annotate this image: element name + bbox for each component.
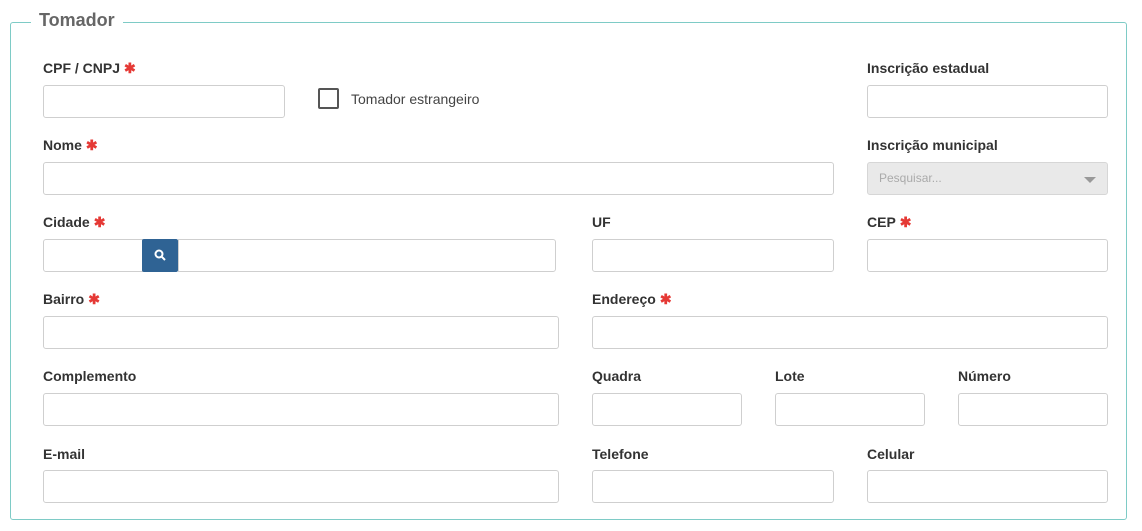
search-icon — [154, 249, 166, 261]
tomador-estrangeiro-label[interactable]: Tomador estrangeiro — [351, 91, 479, 107]
endereco-label: Endereço ✱ — [592, 291, 672, 308]
inscricao-municipal-label: Inscrição municipal — [867, 137, 998, 153]
required-icon: ✱ — [124, 60, 136, 76]
numero-label: Número — [958, 368, 1011, 384]
inscricao-municipal-placeholder: Pesquisar... — [879, 171, 942, 185]
cidade-label-text: Cidade — [43, 214, 90, 230]
nome-label-text: Nome — [43, 137, 82, 153]
cep-label-text: CEP — [867, 214, 896, 230]
quadra-field-wrapper — [592, 393, 742, 426]
celular-label: Celular — [867, 446, 915, 462]
cidade-search-button[interactable] — [142, 239, 178, 272]
nome-input[interactable] — [44, 163, 833, 194]
uf-input[interactable] — [593, 240, 833, 271]
cpf-cnpj-label: CPF / CNPJ ✱ — [43, 60, 136, 77]
bairro-label: Bairro ✱ — [43, 291, 100, 308]
uf-label: UF — [592, 214, 611, 230]
endereco-field-wrapper — [592, 316, 1108, 349]
email-input[interactable] — [44, 471, 558, 502]
cidade-label: Cidade ✱ — [43, 214, 105, 231]
required-icon: ✱ — [88, 291, 100, 307]
cidade-name-wrapper — [178, 239, 556, 272]
bairro-input[interactable] — [44, 317, 558, 348]
numero-field-wrapper — [958, 393, 1108, 426]
nome-label: Nome ✱ — [43, 137, 98, 154]
telefone-label: Telefone — [592, 446, 649, 462]
tomador-estrangeiro-checkbox[interactable] — [318, 88, 339, 109]
cep-label: CEP ✱ — [867, 214, 912, 231]
nome-field-wrapper — [43, 162, 834, 195]
complemento-label: Complemento — [43, 368, 137, 384]
cpf-cnpj-label-text: CPF / CNPJ — [43, 60, 121, 76]
quadra-input[interactable] — [593, 394, 741, 425]
inscricao-estadual-input[interactable] — [868, 86, 1107, 117]
email-label: E-mail — [43, 446, 86, 462]
required-icon: ✱ — [659, 291, 672, 307]
cep-input[interactable] — [868, 240, 1107, 271]
required-icon: ✱ — [85, 137, 98, 153]
cidade-name-input[interactable] — [179, 240, 555, 271]
lote-label: Lote — [775, 368, 805, 384]
required-icon: ✱ — [93, 214, 106, 230]
numero-input[interactable] — [959, 394, 1107, 425]
cpf-cnpj-input[interactable] — [44, 86, 284, 117]
cidade-code-input[interactable] — [44, 240, 142, 271]
cpf-cnpj-field-wrapper — [43, 85, 285, 118]
bairro-field-wrapper — [43, 316, 559, 349]
caret-down-icon — [1084, 177, 1096, 183]
celular-field-wrapper — [867, 470, 1108, 503]
endereco-input[interactable] — [593, 317, 1107, 348]
inscricao-estadual-label: Inscrição estadual — [867, 60, 990, 76]
endereco-label-text: Endereço — [592, 291, 656, 307]
celular-input[interactable] — [868, 471, 1107, 502]
lote-input[interactable] — [776, 394, 924, 425]
lote-field-wrapper — [775, 393, 925, 426]
required-icon: ✱ — [899, 214, 912, 230]
cidade-code-wrapper — [43, 239, 143, 272]
cep-field-wrapper — [867, 239, 1108, 272]
complemento-input[interactable] — [44, 394, 558, 425]
email-field-wrapper — [43, 470, 559, 503]
inscricao-municipal-select[interactable]: Pesquisar... — [867, 162, 1108, 195]
bairro-label-text: Bairro — [43, 291, 85, 307]
inscricao-estadual-field-wrapper — [867, 85, 1108, 118]
telefone-input[interactable] — [593, 471, 833, 502]
complemento-field-wrapper — [43, 393, 559, 426]
quadra-label: Quadra — [592, 368, 642, 384]
telefone-field-wrapper — [592, 470, 834, 503]
uf-field-wrapper — [592, 239, 834, 272]
fieldset-legend: Tomador — [31, 10, 123, 31]
